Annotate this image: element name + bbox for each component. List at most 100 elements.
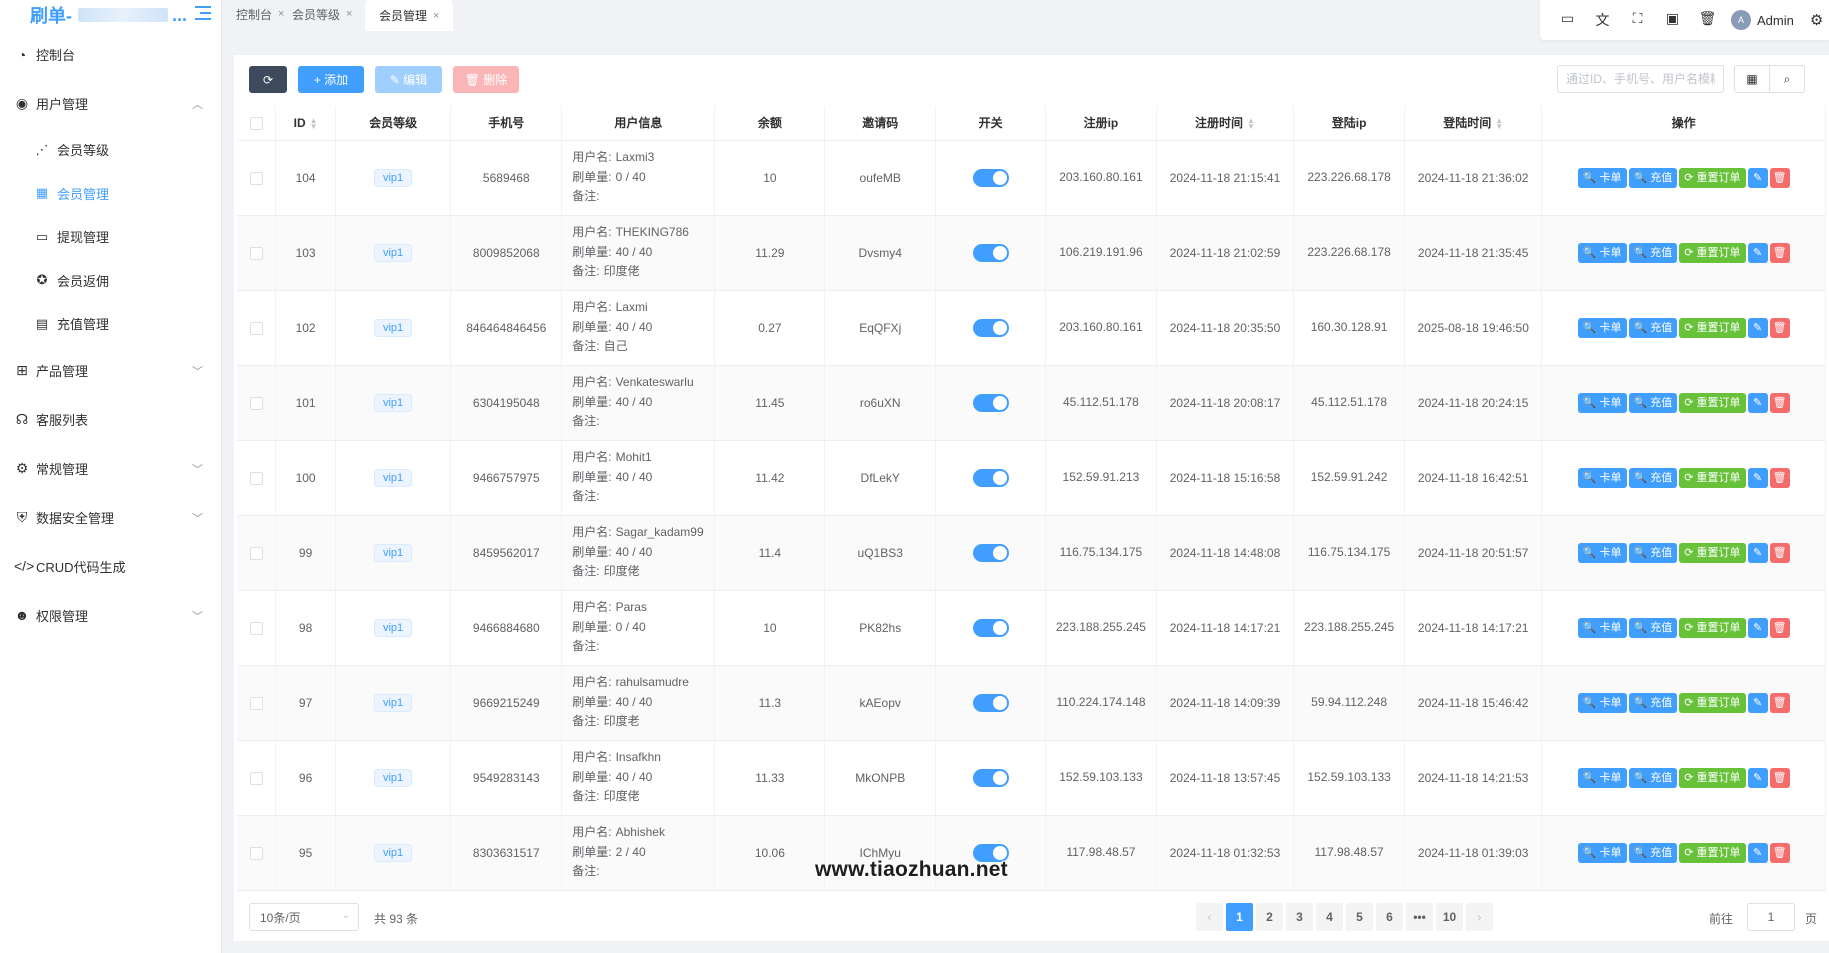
card-order-button[interactable]: 🔍 卡单: [1577, 392, 1627, 413]
row-checkbox[interactable]: [249, 696, 263, 710]
edit-button[interactable]: ✎ 编辑: [375, 66, 442, 93]
card-order-button[interactable]: 🔍 卡单: [1577, 767, 1627, 788]
edit-row-pencil-icon[interactable]: ✎: [1747, 167, 1768, 188]
delete-row-trash-icon[interactable]: 🗑: [1769, 767, 1790, 788]
close-icon[interactable]: ×: [433, 10, 439, 22]
card-order-button[interactable]: 🔍 卡单: [1577, 542, 1627, 563]
reset-orders-button[interactable]: ⟳ 重置订单: [1679, 242, 1746, 263]
prev-page-button[interactable]: ‹: [1196, 903, 1223, 931]
reset-orders-button[interactable]: ⟳ 重置订单: [1679, 692, 1746, 713]
delete-row-trash-icon[interactable]: 🗑: [1769, 617, 1790, 638]
reset-orders-button[interactable]: ⟳ 重置订单: [1679, 617, 1746, 638]
delete-row-trash-icon[interactable]: 🗑: [1769, 392, 1790, 413]
row-checkbox[interactable]: [249, 846, 263, 860]
reset-orders-button[interactable]: ⟳ 重置订单: [1679, 767, 1746, 788]
page-number-button[interactable]: 1: [1226, 903, 1253, 931]
card-order-button[interactable]: 🔍 卡单: [1577, 692, 1627, 713]
status-toggle[interactable]: [972, 318, 1009, 337]
card-order-button[interactable]: 🔍 卡单: [1577, 842, 1627, 863]
card-order-button[interactable]: 🔍 卡单: [1577, 167, 1627, 188]
row-checkbox[interactable]: [249, 321, 263, 335]
close-icon[interactable]: ×: [346, 8, 352, 20]
recharge-button[interactable]: 🔍 充值: [1628, 692, 1678, 713]
sidebar-item[interactable]: ⛨ 数据安全管理 ﹀: [0, 493, 221, 542]
next-page-button[interactable]: ›: [1466, 903, 1493, 931]
page-number-button[interactable]: 5: [1346, 903, 1373, 931]
delete-row-trash-icon[interactable]: 🗑: [1769, 242, 1790, 263]
page-number-button[interactable]: 3: [1286, 903, 1313, 931]
recharge-button[interactable]: 🔍 充值: [1628, 392, 1678, 413]
recharge-button[interactable]: 🔍 充值: [1628, 467, 1678, 488]
delete-row-trash-icon[interactable]: 🗑: [1769, 467, 1790, 488]
add-button[interactable]: + 添加: [298, 66, 364, 93]
sidebar-item[interactable]: ◔ 控制台: [0, 30, 221, 79]
tab-item[interactable]: 会员等级 ×: [278, 0, 366, 28]
column-header[interactable]: 登陆时间 ▲ ▼: [1404, 106, 1543, 141]
status-toggle[interactable]: [972, 543, 1009, 562]
row-checkbox[interactable]: [249, 246, 263, 260]
edit-row-pencil-icon[interactable]: ✎: [1747, 692, 1768, 713]
avatar[interactable]: A: [1731, 10, 1751, 30]
status-toggle[interactable]: [972, 618, 1009, 637]
page-number-button[interactable]: 4: [1316, 903, 1343, 931]
card-order-button[interactable]: 🔍 卡单: [1577, 317, 1627, 338]
edit-row-pencil-icon[interactable]: ✎: [1747, 317, 1768, 338]
page-number-button[interactable]: 6: [1376, 903, 1403, 931]
row-checkbox[interactable]: [249, 546, 263, 560]
sidebar-item[interactable]: ☊ 客服列表: [0, 395, 221, 444]
row-checkbox[interactable]: [249, 171, 263, 185]
reset-orders-button[interactable]: ⟳ 重置订单: [1679, 392, 1746, 413]
page-number-button[interactable]: 2: [1256, 903, 1283, 931]
delete-row-trash-icon[interactable]: 🗑: [1769, 542, 1790, 563]
row-checkbox[interactable]: [249, 396, 263, 410]
edit-row-pencil-icon[interactable]: ✎: [1747, 242, 1768, 263]
column-toggle-grid-icon[interactable]: ▦: [1734, 65, 1770, 93]
status-toggle[interactable]: [972, 693, 1009, 712]
sidebar-item[interactable]: ☻ 权限管理 ﹀: [0, 591, 221, 640]
goto-page-input[interactable]: [1747, 903, 1795, 931]
sidebar-item[interactable]: ◉ 用户管理 ︿: [0, 79, 221, 128]
refresh-button[interactable]: ⟳: [249, 66, 287, 93]
sort-icon[interactable]: ▲ ▼: [1495, 117, 1503, 131]
recharge-button[interactable]: 🔍 充值: [1628, 767, 1678, 788]
row-checkbox[interactable]: [249, 471, 263, 485]
recharge-button[interactable]: 🔍 充值: [1628, 617, 1678, 638]
recharge-button[interactable]: 🔍 充值: [1628, 317, 1678, 338]
menu-collapse-icon[interactable]: [195, 6, 211, 20]
delete-row-trash-icon[interactable]: 🗑: [1769, 692, 1790, 713]
translate-icon[interactable]: 文: [1585, 10, 1620, 30]
settings-gear-icon[interactable]: ⚙: [1810, 11, 1823, 29]
sidebar-item[interactable]: ⚙ 常规管理 ﹀: [0, 444, 221, 493]
column-header[interactable]: 注册时间 ▲ ▼: [1156, 106, 1295, 141]
recharge-button[interactable]: 🔍 充值: [1628, 167, 1678, 188]
delete-button[interactable]: 🗑 删除: [453, 66, 519, 93]
trash-icon[interactable]: 🗑: [1690, 10, 1725, 30]
sidebar-subitem[interactable]: ▭ 提现管理: [0, 215, 221, 259]
sidebar-item[interactable]: </> CRUD代码生成: [0, 542, 221, 591]
sidebar-subitem[interactable]: ▤ 充值管理: [0, 302, 221, 346]
sort-icon[interactable]: ▲ ▼: [1247, 117, 1255, 131]
page-number-button[interactable]: •••: [1406, 903, 1433, 931]
page-size-select[interactable]: 10条/页 ⌄: [249, 903, 359, 931]
edit-row-pencil-icon[interactable]: ✎: [1747, 617, 1768, 638]
card-order-button[interactable]: 🔍 卡单: [1577, 617, 1627, 638]
search-icon[interactable]: ⌕: [1769, 65, 1805, 93]
monitor-icon[interactable]: ▭: [1550, 10, 1585, 30]
delete-row-trash-icon[interactable]: 🗑: [1769, 317, 1790, 338]
sidebar-item[interactable]: ⊞ 产品管理 ﹀: [0, 346, 221, 395]
status-toggle[interactable]: [972, 243, 1009, 262]
reset-orders-button[interactable]: ⟳ 重置订单: [1679, 317, 1746, 338]
status-toggle[interactable]: [972, 168, 1009, 187]
row-checkbox[interactable]: [249, 621, 263, 635]
page-number-button[interactable]: 10: [1436, 903, 1463, 931]
edit-row-pencil-icon[interactable]: ✎: [1747, 392, 1768, 413]
edit-row-pencil-icon[interactable]: ✎: [1747, 842, 1768, 863]
search-input[interactable]: [1557, 65, 1724, 93]
card-order-button[interactable]: 🔍 卡单: [1577, 242, 1627, 263]
edit-row-pencil-icon[interactable]: ✎: [1747, 767, 1768, 788]
reset-orders-button[interactable]: ⟳ 重置订单: [1679, 542, 1746, 563]
reset-orders-button[interactable]: ⟳ 重置订单: [1679, 842, 1746, 863]
tab-item[interactable]: 会员管理 ×: [365, 0, 454, 31]
sidebar-subitem[interactable]: ▦ 会员管理: [0, 172, 221, 216]
recharge-button[interactable]: 🔍 充值: [1628, 542, 1678, 563]
